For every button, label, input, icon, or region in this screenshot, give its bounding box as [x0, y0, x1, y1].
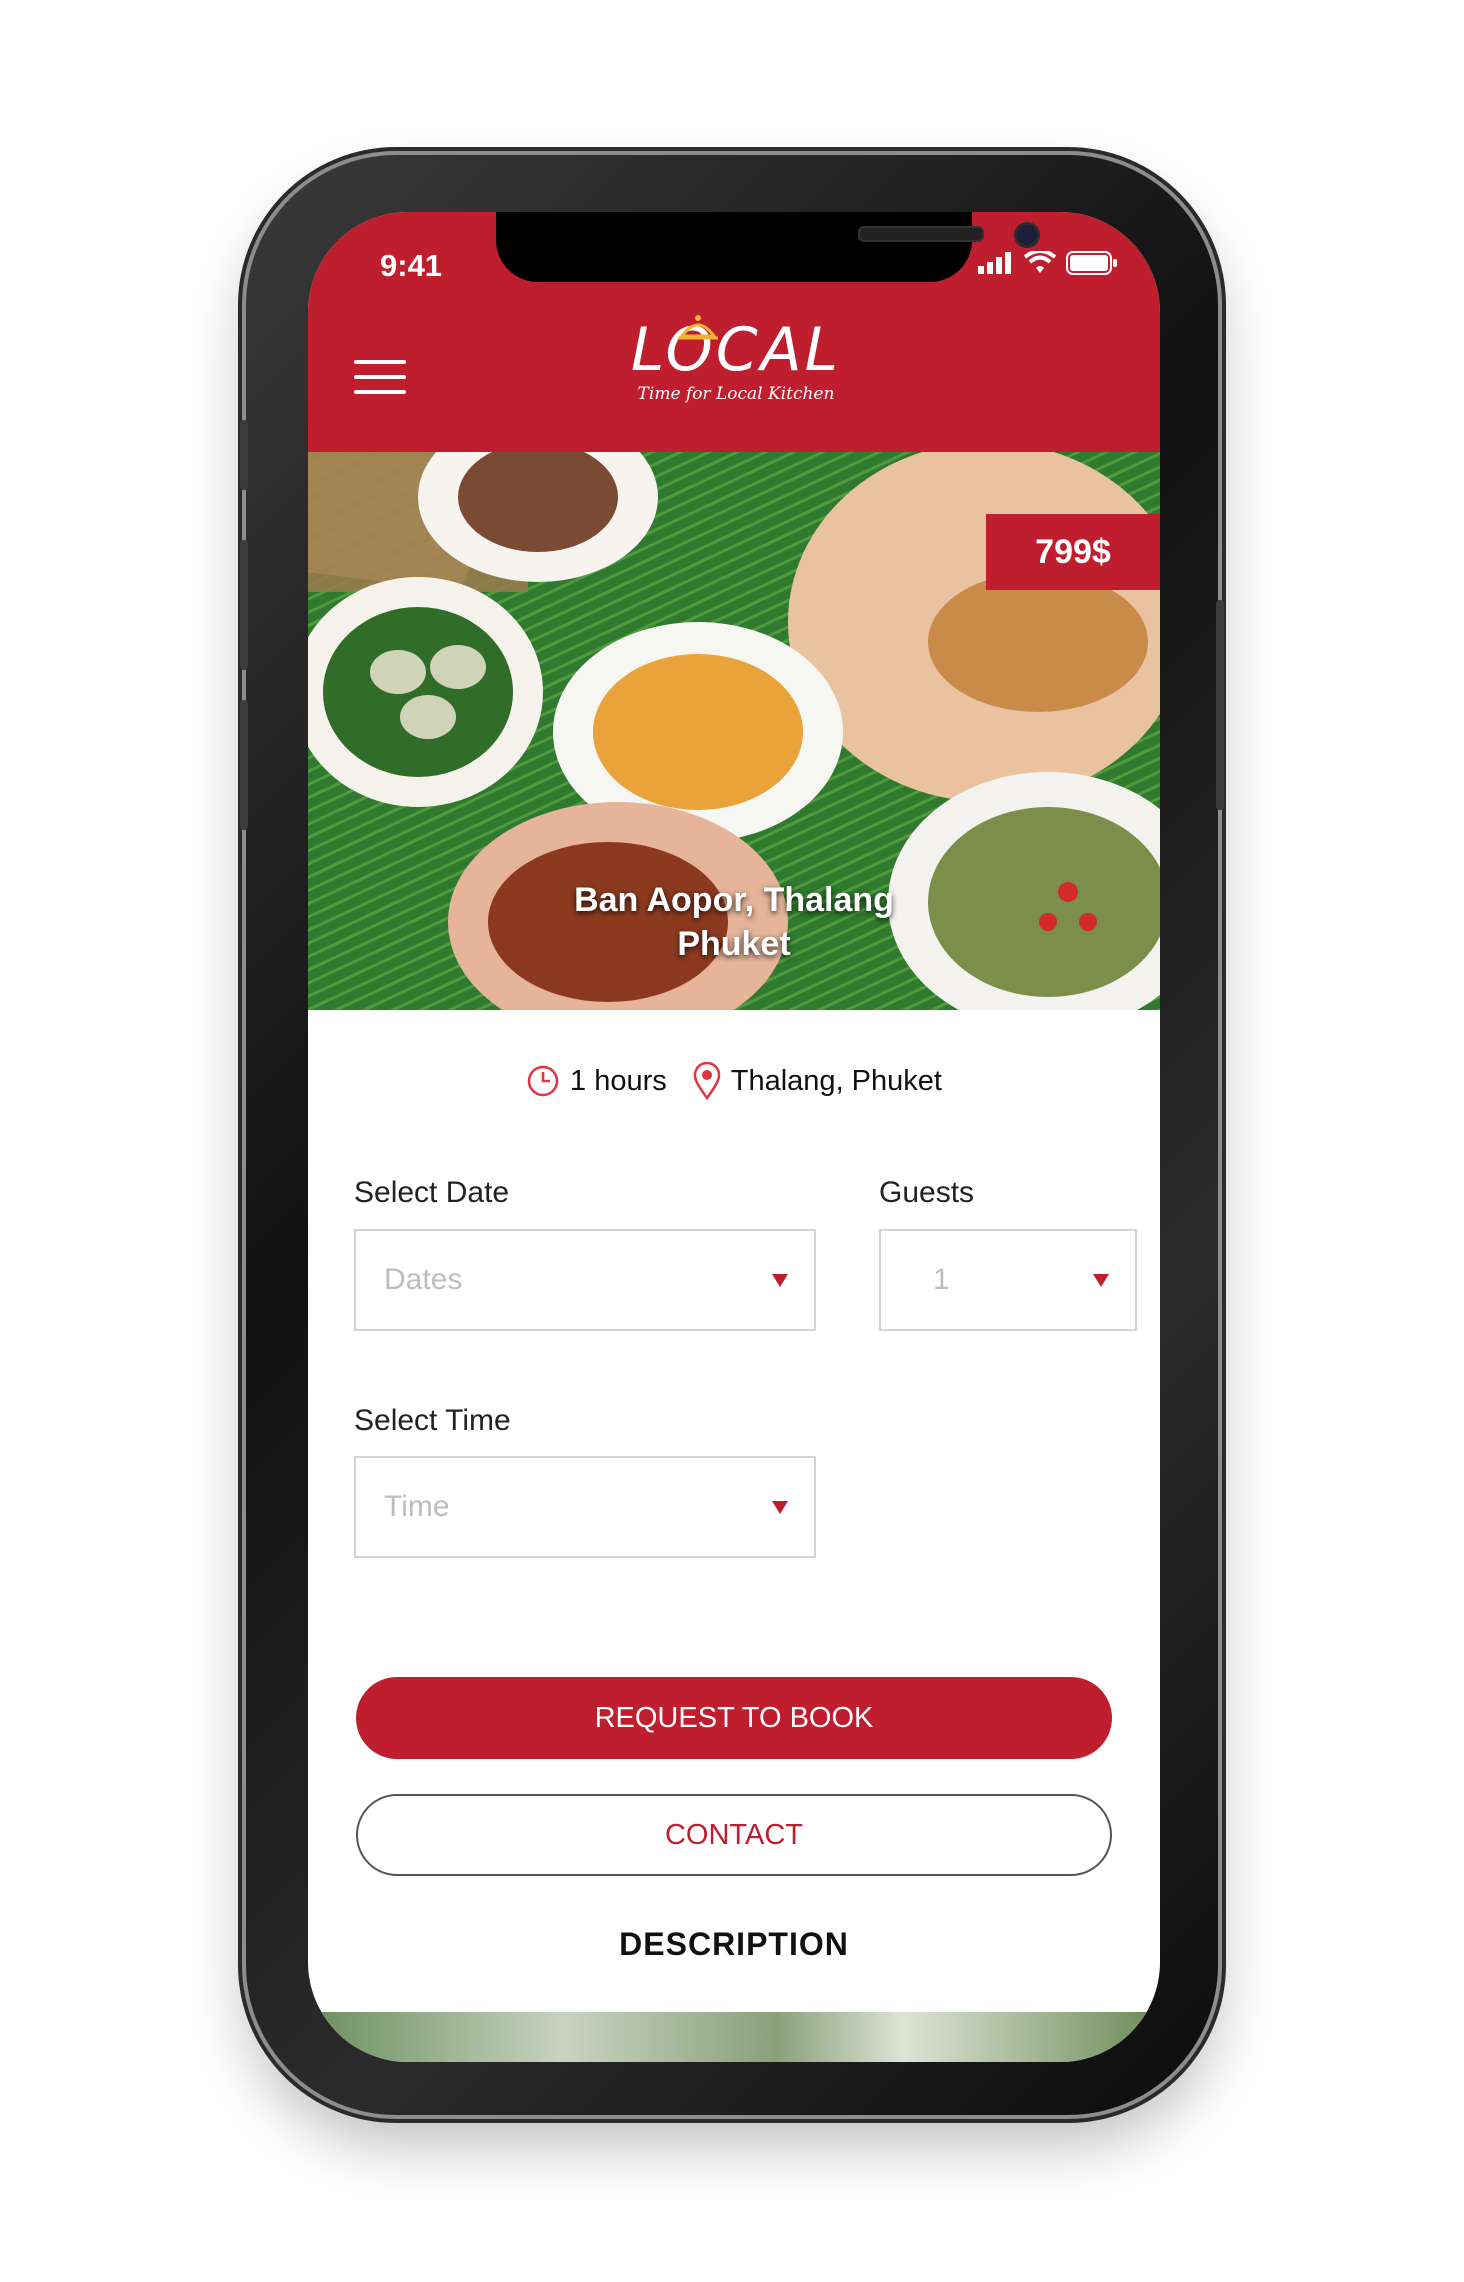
time-select[interactable]: Time — [354, 1456, 816, 1558]
time-select-value: Time — [384, 1490, 450, 1523]
logo-wordmark: LOCAL — [630, 315, 842, 385]
contact-button[interactable]: CONTACT — [356, 1794, 1112, 1876]
chevron-down-icon — [1093, 1274, 1109, 1287]
app-logo: LOCAL Time for Local Kitchen — [616, 315, 856, 430]
volume-down-button — [240, 700, 248, 830]
duration-text: 1 hours — [570, 1064, 667, 1097]
request-to-book-button[interactable]: REQUEST TO BOOK — [356, 1677, 1112, 1759]
location-text: Thalang, Phuket — [730, 1064, 942, 1097]
guests-select-value: 1 — [933, 1263, 950, 1296]
status-icons — [978, 250, 1118, 276]
cloche-icon — [678, 315, 718, 340]
price-badge: 799$ — [986, 514, 1160, 590]
date-select[interactable]: Dates — [354, 1229, 816, 1331]
power-button — [1216, 600, 1224, 810]
hero-image: 799$ Ban Aopor, Thalang Phuket — [308, 452, 1160, 1010]
battery-icon — [1066, 251, 1117, 275]
app-header: 9:41 LOCAL Time for Local Kitchen — [308, 212, 1160, 452]
speaker — [858, 226, 984, 242]
notch — [496, 212, 1040, 282]
description-heading: DESCRIPTION — [619, 1926, 849, 1962]
experience-title: Ban Aopor, Thalang Phuket — [308, 878, 1160, 966]
guests-select[interactable]: 1 — [879, 1229, 1137, 1331]
experience-meta: 1 hours Thalang, Phuket — [308, 1062, 1160, 1100]
logo-tagline: Time for Local Kitchen — [637, 384, 835, 404]
experience-title-line1: Ban Aopor, Thalang — [574, 881, 894, 919]
date-label: Select Date — [354, 1176, 510, 1209]
chevron-down-icon — [772, 1501, 788, 1514]
duration-info: 1 hours — [526, 1064, 667, 1098]
app-screen: 9:41 LOCAL Time for Local Kitchen 799$ B… — [308, 212, 1160, 2062]
signal-icon — [978, 252, 1011, 274]
wifi-icon — [1024, 251, 1056, 273]
guests-label: Guests — [879, 1176, 975, 1209]
description-image — [308, 2012, 1160, 2062]
time-label: Select Time — [354, 1404, 511, 1437]
hamburger-menu-icon[interactable] — [354, 360, 406, 394]
experience-title-line2: Phuket — [677, 925, 791, 963]
chevron-down-icon — [772, 1274, 788, 1287]
volume-up-button — [240, 540, 248, 670]
date-select-value: Dates — [384, 1263, 463, 1296]
map-pin-icon — [693, 1062, 721, 1100]
location-info: Thalang, Phuket — [693, 1062, 942, 1100]
status-time: 9:41 — [380, 248, 443, 283]
mute-switch — [240, 420, 248, 490]
front-camera — [1014, 222, 1040, 248]
clock-icon — [527, 1065, 559, 1097]
